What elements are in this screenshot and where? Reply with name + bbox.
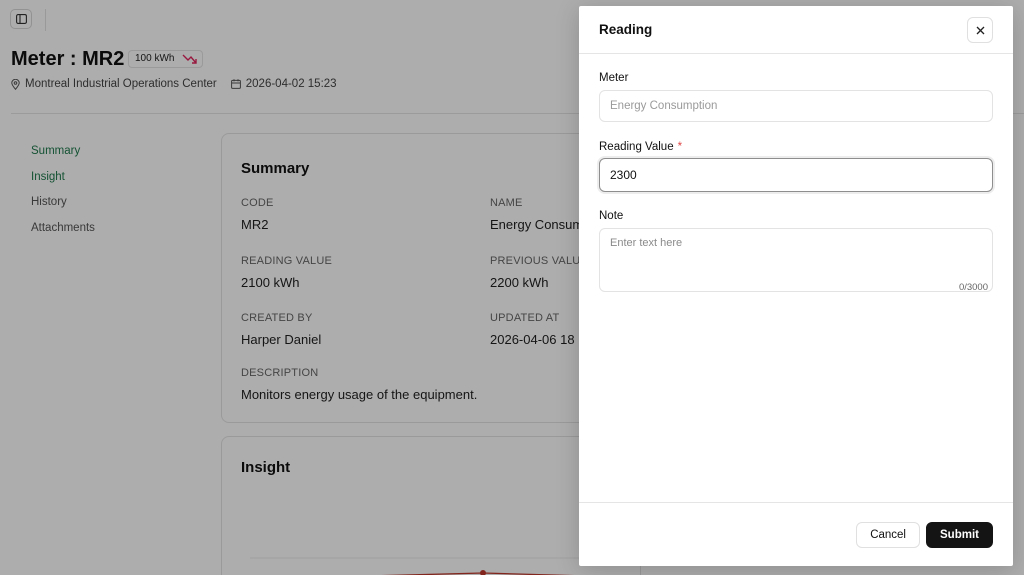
dialog-title: Reading	[599, 22, 653, 37]
dialog-footer: Cancel Submit	[579, 502, 1013, 566]
note-character-counter: 0/3000	[958, 282, 988, 293]
meter-field[interactable]	[599, 90, 993, 122]
meter-label: Meter	[599, 72, 629, 84]
close-icon	[976, 26, 984, 34]
dialog-header: Reading	[579, 6, 1013, 54]
note-textarea[interactable]	[599, 228, 993, 292]
reading-dialog: Reading Meter Reading Value* Note 0/3000…	[579, 6, 1013, 566]
submit-button[interactable]: Submit	[926, 522, 993, 548]
note-label: Note	[599, 210, 624, 222]
close-button[interactable]	[967, 17, 993, 43]
cancel-button[interactable]: Cancel	[856, 522, 920, 548]
reading-value-label-field: Reading Value *	[599, 141, 682, 153]
reading-value-input[interactable]	[599, 158, 993, 192]
required-mark: *	[677, 141, 683, 153]
reading-value-label-text: Reading Value	[599, 141, 674, 153]
